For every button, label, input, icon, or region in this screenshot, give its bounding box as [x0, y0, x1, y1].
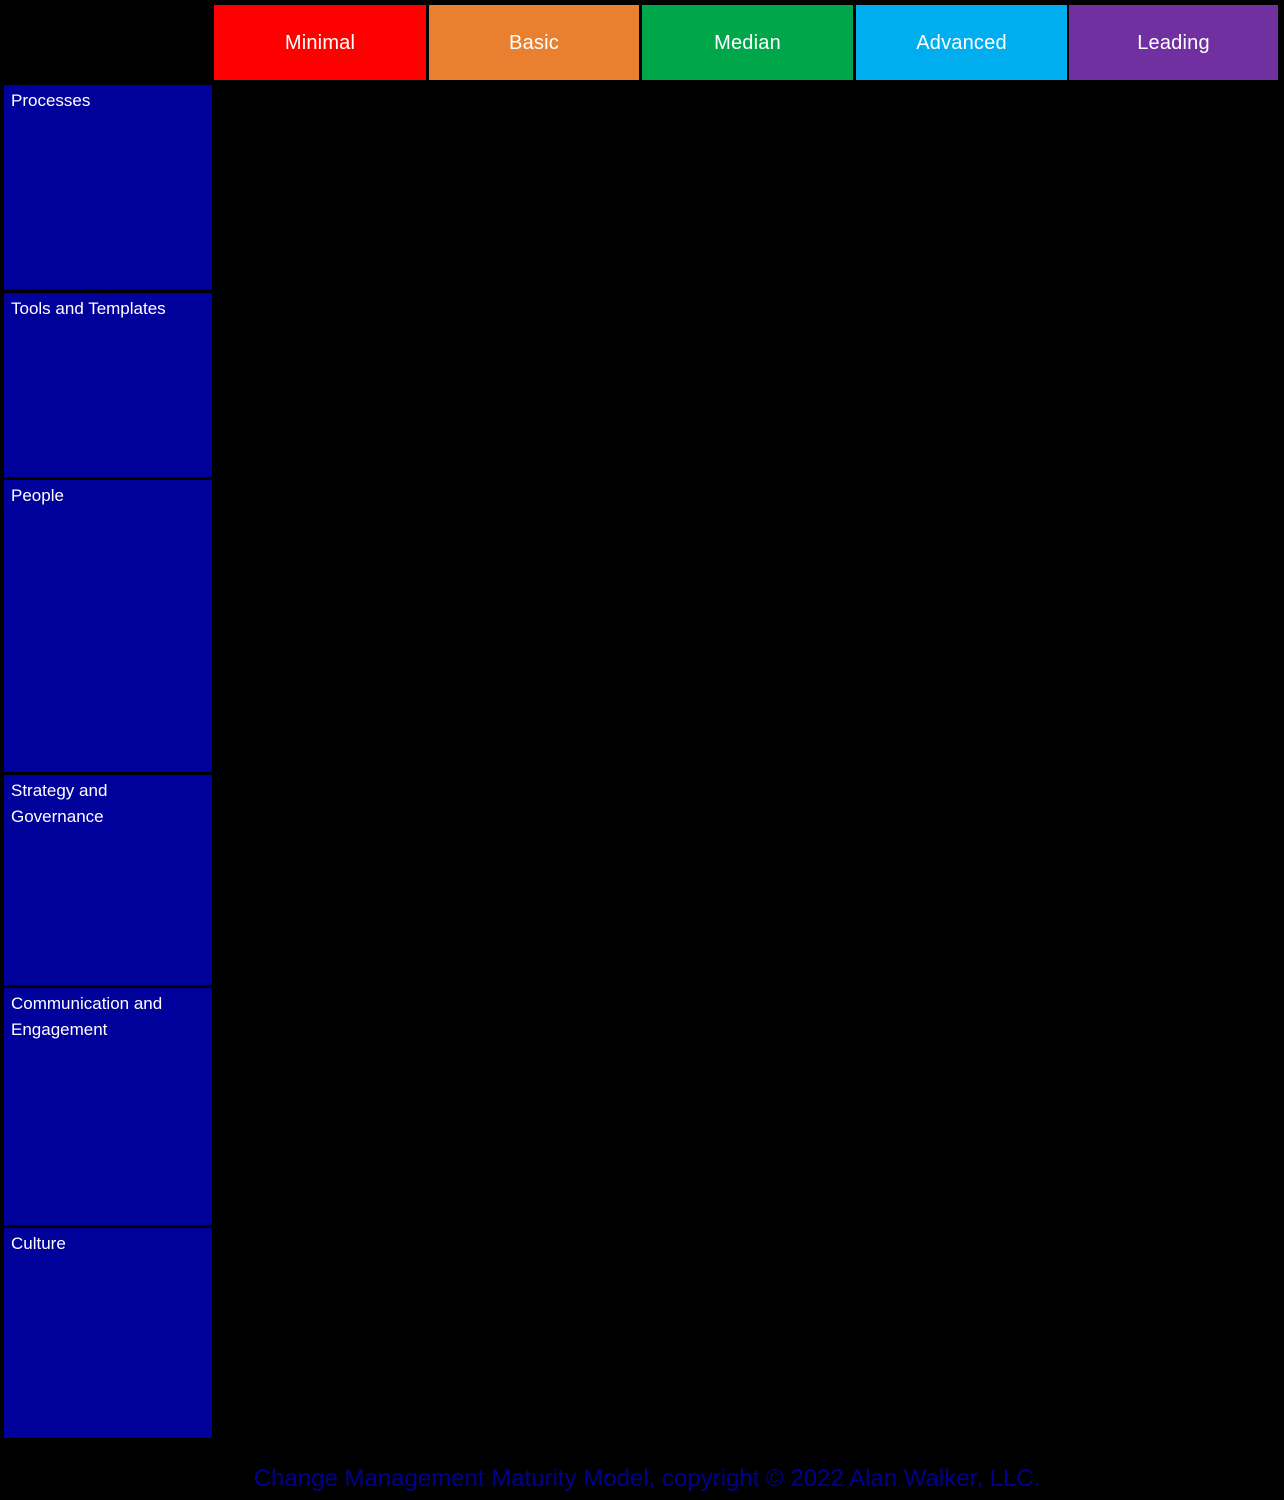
matrix-cell[interactable]: [1069, 85, 1278, 290]
matrix-cell[interactable]: [856, 775, 1067, 985]
row-label-strategy-and-governance[interactable]: Strategy and Governance: [4, 775, 212, 985]
matrix-cell[interactable]: [429, 293, 639, 477]
matrix-cell[interactable]: [214, 85, 426, 290]
column-header-advanced[interactable]: Advanced: [856, 5, 1067, 80]
matrix-cell[interactable]: [214, 988, 426, 1225]
matrix-cell[interactable]: [429, 1228, 639, 1438]
matrix-cell[interactable]: [642, 85, 853, 290]
matrix-cell[interactable]: [856, 988, 1067, 1225]
matrix-cell[interactable]: [642, 480, 853, 772]
column-header-minimal[interactable]: Minimal: [214, 5, 426, 80]
matrix-cell[interactable]: [642, 775, 853, 985]
column-header-leading[interactable]: Leading: [1069, 5, 1278, 80]
column-header-row: Minimal Basic Median Advanced Leading: [214, 5, 1278, 80]
matrix-cell[interactable]: [214, 1228, 426, 1438]
matrix-cell[interactable]: [642, 293, 853, 477]
row-label-communication-and-engagement[interactable]: Communication and Engagement: [4, 988, 212, 1225]
matrix-cell[interactable]: [1069, 988, 1278, 1225]
column-header-label: Basic: [509, 31, 559, 54]
column-header-label: Median: [714, 31, 781, 54]
row-label-culture[interactable]: Culture: [4, 1228, 212, 1438]
matrix-cell[interactable]: [214, 480, 426, 772]
column-header-label: Leading: [1137, 31, 1210, 54]
matrix-cell[interactable]: [642, 1228, 853, 1438]
matrix-cell[interactable]: [856, 293, 1067, 477]
row-label-processes[interactable]: Processes: [4, 85, 212, 290]
matrix-cell[interactable]: [429, 988, 639, 1225]
matrix-cell[interactable]: [429, 85, 639, 290]
maturity-model-matrix: Minimal Basic Median Advanced Leading Pr…: [0, 0, 1284, 1500]
matrix-cell[interactable]: [214, 775, 426, 985]
row-label-people[interactable]: People: [4, 480, 212, 772]
matrix-body: [214, 85, 1278, 1438]
matrix-cell[interactable]: [214, 293, 426, 477]
column-header-basic[interactable]: Basic: [429, 5, 639, 80]
matrix-cell[interactable]: [429, 775, 639, 985]
matrix-cell[interactable]: [642, 988, 853, 1225]
matrix-cell[interactable]: [856, 85, 1067, 290]
matrix-cell[interactable]: [1069, 775, 1278, 985]
matrix-cell[interactable]: [1069, 293, 1278, 477]
column-header-median[interactable]: Median: [642, 5, 853, 80]
matrix-cell[interactable]: [856, 1228, 1067, 1438]
matrix-cell[interactable]: [429, 480, 639, 772]
row-label-tools-and-templates[interactable]: Tools and Templates: [4, 293, 212, 477]
matrix-cell[interactable]: [1069, 480, 1278, 772]
footer-copyright: Change Management Maturity Model, copyri…: [253, 1465, 1041, 1492]
matrix-cell[interactable]: [856, 480, 1067, 772]
matrix-cell[interactable]: [1069, 1228, 1278, 1438]
column-header-label: Advanced: [916, 31, 1007, 54]
column-header-label: Minimal: [284, 31, 356, 54]
